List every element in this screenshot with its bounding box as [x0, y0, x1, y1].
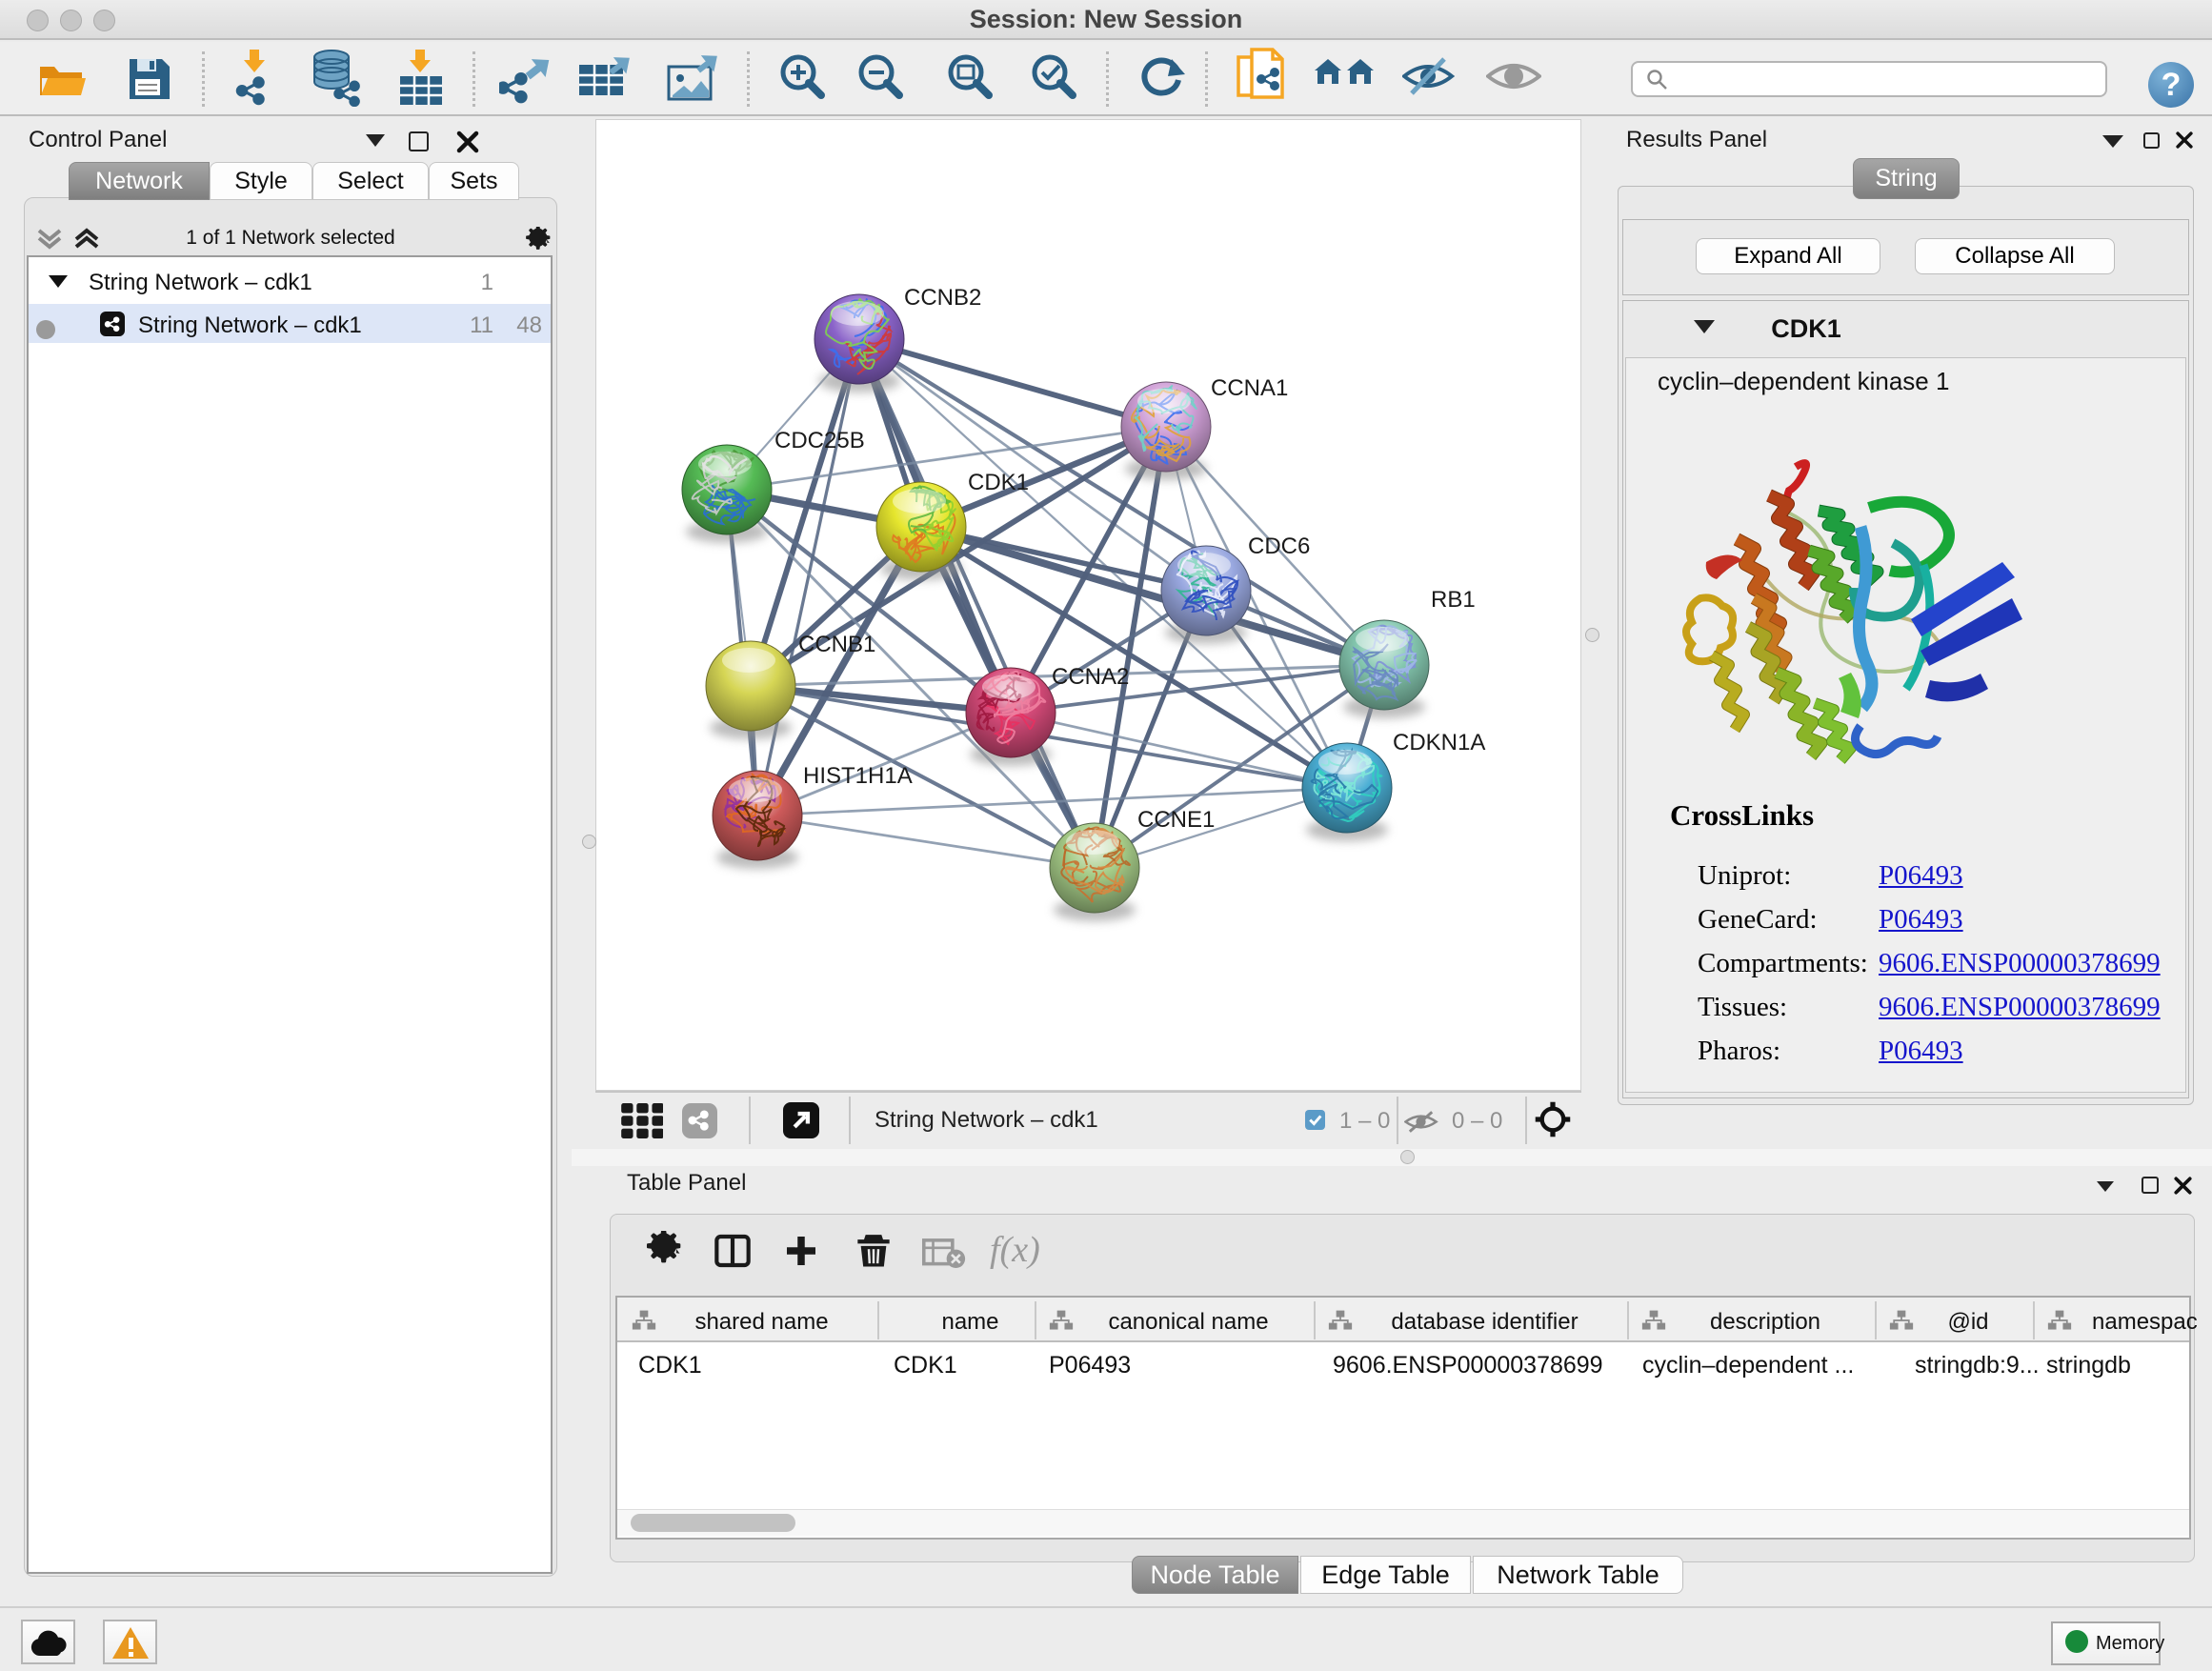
svg-text:CCNA1: CCNA1: [1211, 375, 1288, 401]
svg-text:CCNB2: CCNB2: [904, 285, 981, 311]
svg-text:CDC6: CDC6: [1248, 534, 1310, 559]
svg-text:HIST1H1A: HIST1H1A: [803, 763, 913, 789]
svg-text:CCNE1: CCNE1: [1137, 807, 1215, 833]
svg-text:RB1: RB1: [1431, 587, 1476, 613]
svg-text:CDKN1A: CDKN1A: [1393, 730, 1485, 755]
svg-text:CCNA2: CCNA2: [1052, 664, 1129, 690]
svg-text:CDK1: CDK1: [968, 470, 1029, 495]
svg-text:CCNB1: CCNB1: [798, 632, 875, 657]
svg-text:CDC25B: CDC25B: [774, 428, 865, 453]
